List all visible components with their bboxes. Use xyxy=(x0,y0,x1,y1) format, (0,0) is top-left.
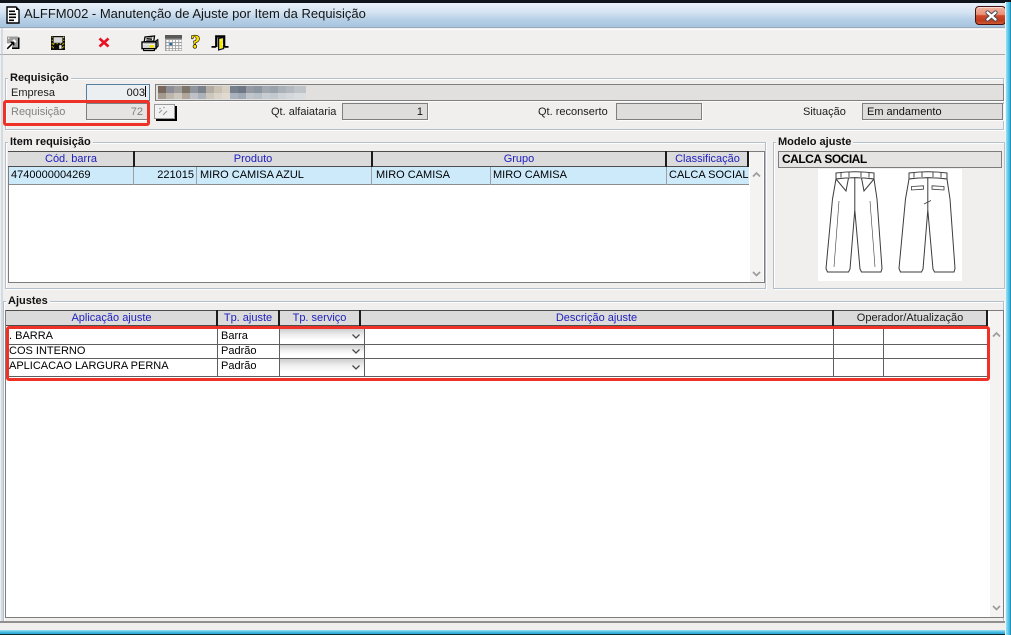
svg-text:?: ? xyxy=(191,34,201,52)
